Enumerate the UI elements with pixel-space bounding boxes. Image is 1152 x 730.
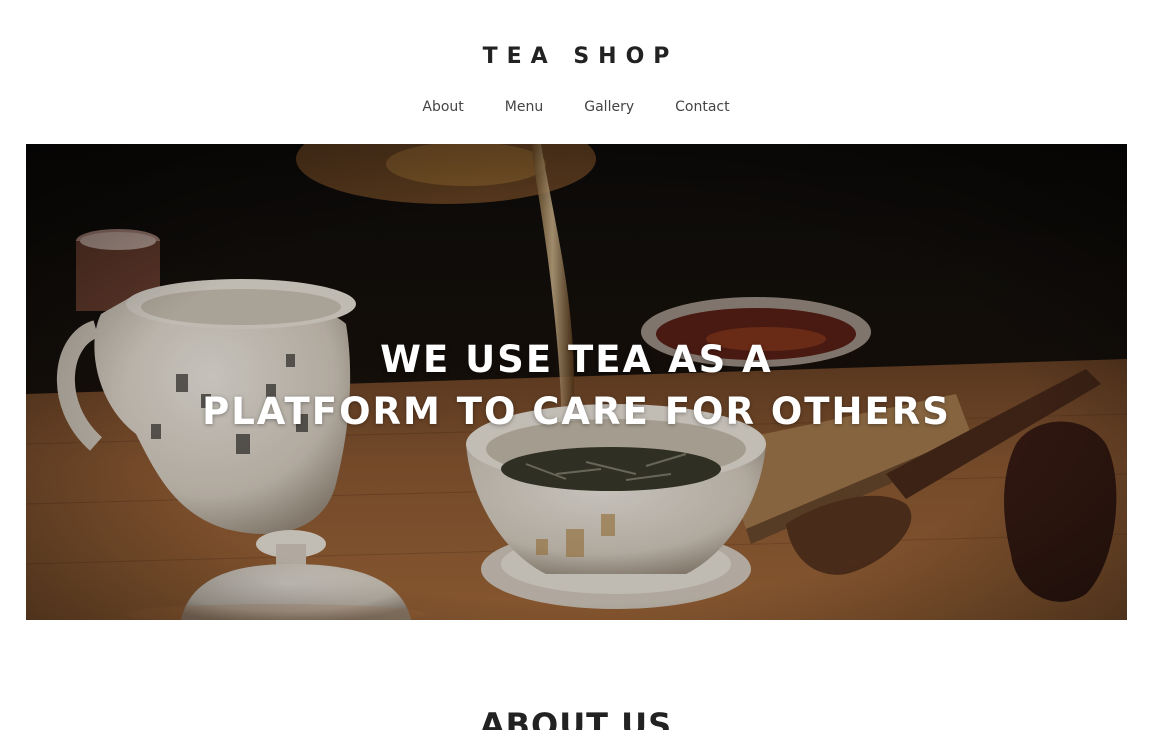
hero-headline-line1: WE USE TEA AS A (380, 338, 773, 381)
nav-link-gallery[interactable]: Gallery (584, 99, 634, 115)
nav-link-about[interactable]: About (422, 99, 463, 115)
hero-banner: WE USE TEA AS A PLATFORM TO CARE FOR OTH… (26, 144, 1127, 620)
nav-link-menu[interactable]: Menu (505, 99, 543, 115)
about-section-title: ABOUT US (479, 706, 673, 730)
site-header: TEA SHOP About Menu Gallery Contact (0, 0, 1152, 144)
site-logo[interactable]: TEA SHOP (0, 44, 1152, 69)
main-nav: About Menu Gallery Contact (0, 99, 1152, 115)
hero-headline-line2: PLATFORM TO CARE FOR OTHERS (202, 390, 951, 433)
page: TEA SHOP About Menu Gallery Contact WE U… (0, 0, 1152, 730)
nav-link-contact[interactable]: Contact (675, 99, 729, 115)
hero-headline: WE USE TEA AS A PLATFORM TO CARE FOR OTH… (26, 334, 1127, 438)
